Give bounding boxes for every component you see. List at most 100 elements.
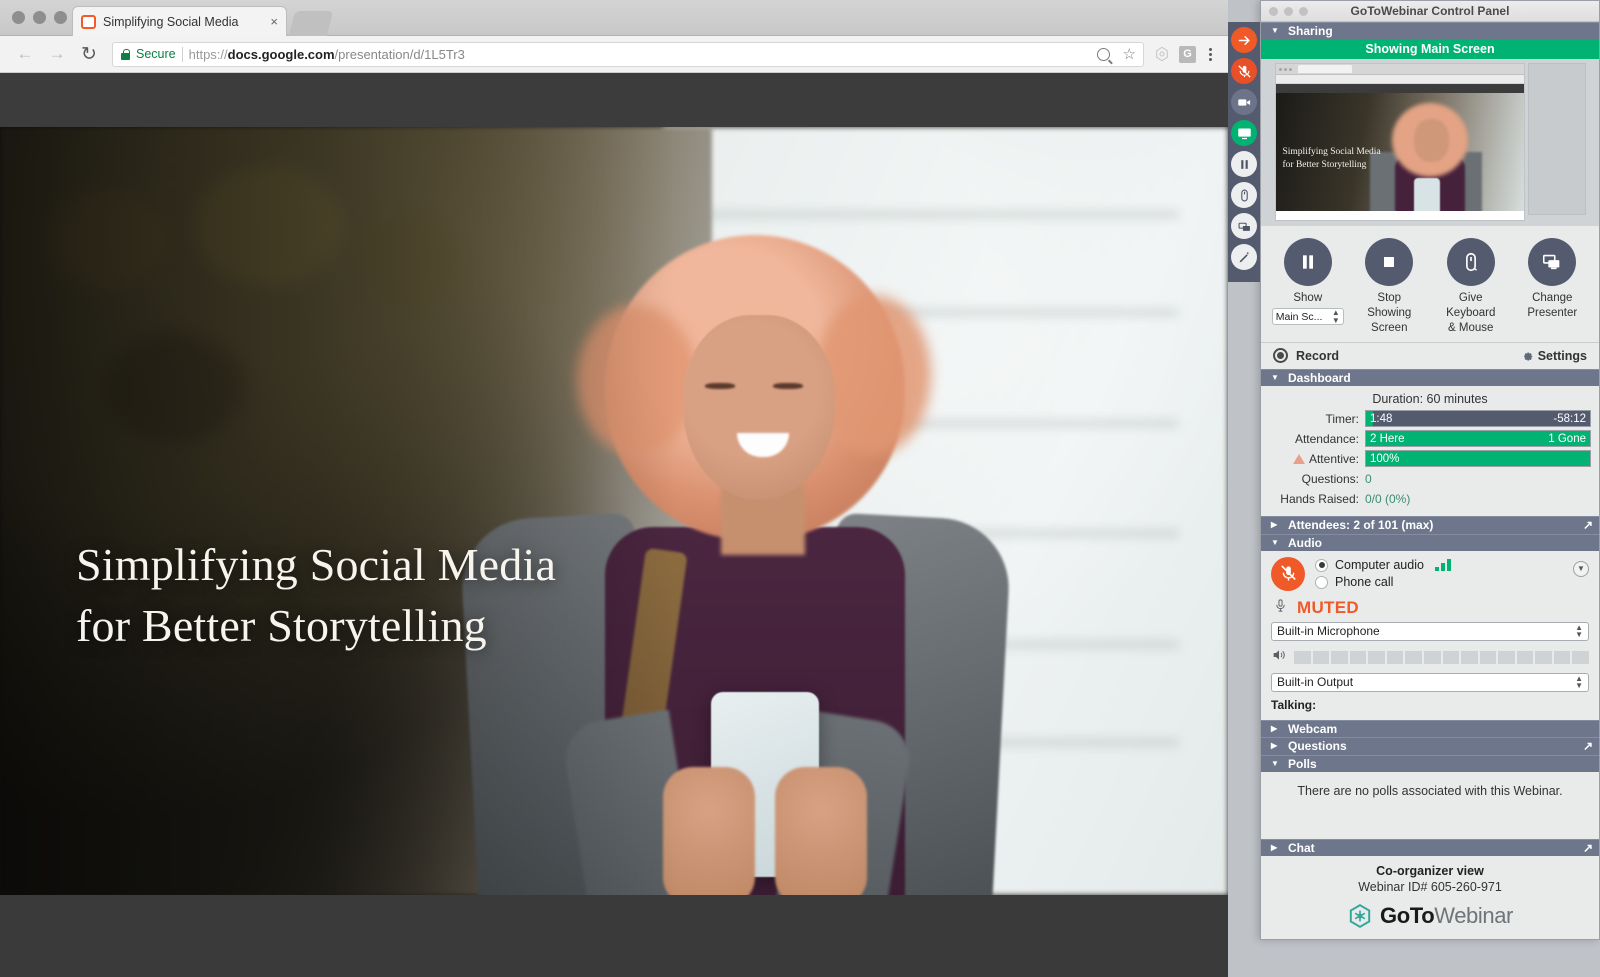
secure-label: Secure [136,47,176,61]
tab-strip: Simplifying Social Media × [0,0,1228,36]
microphone-device-value: Built-in Microphone [1277,624,1380,639]
search-icon[interactable] [1096,47,1110,61]
stop-showing-screen-control[interactable]: Stop Showing Screen [1350,238,1428,335]
pause-icon[interactable] [1231,151,1257,177]
mouse-icon[interactable] [1231,182,1257,208]
gtw-minimize-button[interactable] [1284,6,1293,16]
screen-select-dropdown[interactable]: Main Sc... ▲ ▼ [1271,308,1344,326]
pencil-icon[interactable] [1231,244,1257,270]
maximize-window-button[interactable] [54,11,67,24]
slides-presenter-band [0,73,1228,126]
section-header-polls[interactable]: ▼ Polls [1261,754,1599,773]
popout-icon[interactable]: ↗ [1583,739,1593,753]
output-device-select[interactable]: Built-in Output ▲ ▼ [1271,672,1589,692]
give-keyboard-mouse-control[interactable]: Give Keyboard & Mouse [1432,238,1510,335]
presentation-slide: Simplifying Social Media for Better Stor… [0,127,1228,895]
address-bar[interactable]: Secure https://docs.google.com/presentat… [112,41,1144,67]
dashboard-body: Duration: 60 minutes Timer: 1:48 -58:12 … [1261,386,1599,517]
bookmark-star-icon[interactable]: ☆ [1123,47,1136,62]
section-header-attendees[interactable]: ▶ Attendees: 2 of 101 (max) ↗ [1261,516,1599,534]
section-header-questions[interactable]: ▶ Questions ↗ [1261,737,1599,755]
change-presenter-control[interactable]: Change Presenter [1513,238,1591,335]
section-header-chat[interactable]: ▶ Chat ↗ [1261,838,1599,856]
settings-button[interactable]: Settings [1520,349,1587,363]
section-label-questions: Questions [1288,739,1347,754]
show-control[interactable]: Show Main Sc... ▲ ▼ [1269,238,1347,335]
slides-favicon [81,14,96,29]
attendance-here: 2 Here [1370,432,1405,445]
microphone-muted-icon[interactable] [1231,58,1257,84]
minimize-window-button[interactable] [33,11,46,24]
give-keyboard-label: Give Keyboard & Mouse [1446,292,1496,334]
phone-call-option[interactable]: Phone call [1315,575,1451,589]
volume-meter [1294,650,1589,664]
gtw-close-button[interactable] [1269,6,1278,16]
gear-icon [1520,349,1534,363]
record-label[interactable]: Record [1296,349,1339,363]
attentive-row: Attentive: 100% [1269,450,1591,468]
gtw-traffic-lights[interactable] [1269,6,1308,16]
gotowebinar-hex-icon [1347,903,1373,929]
webcam-icon[interactable] [1231,89,1257,115]
monitors-icon[interactable] [1528,238,1577,287]
preview-secondary-screen [1527,63,1586,216]
screen-share-preview[interactable]: Simplifying Social Media for Better Stor… [1261,59,1599,227]
webinar-id-label: Webinar ID# 605-260-971 [1358,879,1502,894]
stop-icon[interactable] [1365,238,1414,287]
questions-value: 0 [1365,471,1372,486]
chrome-browser-window: Simplifying Social Media × ← → ↻ Secure … [0,0,1228,977]
logo-webinar: Webinar [1434,902,1513,928]
lock-icon [121,48,130,60]
radio-phone-call[interactable] [1315,575,1328,589]
section-header-dashboard[interactable]: ▼ Dashboard [1261,368,1599,387]
hexagon-extension-icon[interactable] [1154,46,1170,62]
close-icon[interactable]: × [270,15,278,28]
section-header-sharing[interactable]: ▼ Sharing [1261,22,1599,40]
chevron-updown-icon: ▲ ▼ [1575,622,1583,640]
gtw-maximize-button[interactable] [1299,6,1308,16]
stop-showing-label: Stop Showing Screen [1367,292,1412,334]
muted-status-row: MUTED [1273,598,1589,618]
microphone-device-select[interactable]: Built-in Microphone ▲ ▼ [1271,621,1589,641]
section-label-dashboard: Dashboard [1288,371,1351,386]
questions-label: Questions: [1301,471,1359,486]
popout-icon[interactable]: ↗ [1583,841,1593,855]
slides-footer-band [0,895,1228,977]
warning-icon [1292,453,1305,464]
slide-title-line2: for Better Storytelling [76,599,487,651]
microphone-muted-icon[interactable] [1271,556,1305,591]
radio-computer-audio[interactable] [1315,558,1328,572]
kebab-menu-icon[interactable] [1202,47,1218,61]
section-header-webcam[interactable]: ▶ Webcam [1261,719,1599,738]
window-traffic-lights[interactable] [12,11,67,24]
chevron-down-icon[interactable]: ▼ [1573,560,1589,577]
computer-audio-option[interactable]: Computer audio [1315,558,1451,572]
close-window-button[interactable] [12,11,25,24]
questions-row: Questions: 0 [1269,470,1591,487]
mouse-icon[interactable] [1446,238,1495,287]
reload-button[interactable]: ↻ [74,39,104,69]
screen-share-icon[interactable] [1231,120,1257,146]
gotowebinar-icon-rail [1228,22,1260,282]
section-label-polls: Polls [1288,756,1317,771]
attentive-label-group: Attentive: [1269,452,1365,466]
preview-address-bar [1275,75,1524,85]
preview-browser-chrome [1275,64,1524,76]
gotowebinar-panel-container: GoToWebinar Control Panel ▼ Sharing Show… [1228,0,1600,977]
section-header-audio[interactable]: ▼ Audio [1261,533,1599,551]
audio-mode-options: Computer audio Phone call [1315,558,1451,589]
output-device-value: Built-in Output [1277,675,1354,690]
polls-body: There are no polls associated with this … [1261,772,1599,839]
timer-elapsed: 1:48 [1370,412,1393,425]
back-button[interactable]: ← [10,39,40,69]
pause-icon[interactable] [1283,238,1332,287]
browser-tab[interactable]: Simplifying Social Media × [72,6,287,36]
g-extension-icon[interactable]: G [1179,45,1196,63]
popout-icon[interactable]: ↗ [1583,518,1593,532]
change-presenter-icon[interactable] [1231,213,1257,239]
new-tab-button[interactable] [288,11,334,36]
record-icon[interactable] [1273,348,1288,364]
forward-button[interactable]: → [42,39,72,69]
arrow-collapse-icon[interactable] [1231,27,1257,53]
chevron-right-icon: ▶ [1271,520,1278,530]
